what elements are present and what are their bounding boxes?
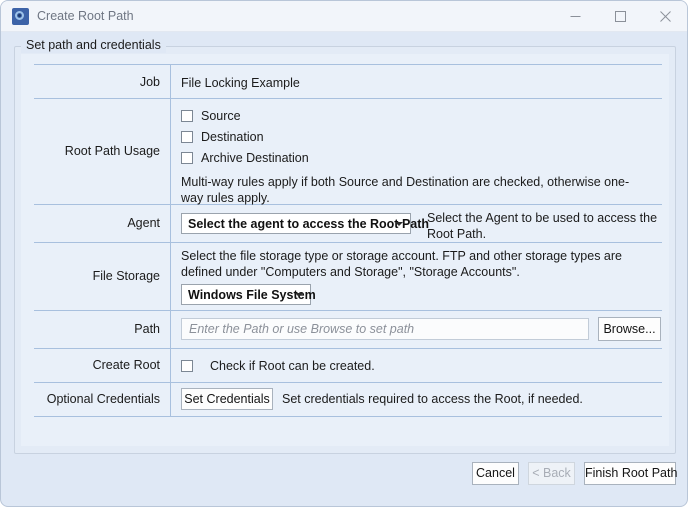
window-title: Create Root Path [37, 9, 134, 23]
table-row-root-path-usage: Root Path Usage Source Destination Archi… [34, 99, 662, 205]
path-label: Path [134, 322, 160, 336]
file-storage-field: Select the file storage type or storage … [170, 243, 662, 310]
agent-select-value: Select the agent to access the Root Path [188, 216, 430, 231]
agent-field: Select the agent to access the Root Path… [170, 205, 662, 242]
file-storage-description: Select the file storage type or storage … [181, 249, 622, 279]
create-root-field: Check if Root can be created. [170, 349, 662, 382]
app-ring-icon [12, 8, 29, 25]
back-button: < Back [528, 462, 575, 485]
file-storage-select[interactable]: Windows File System [181, 284, 316, 305]
path-input[interactable]: Enter the Path or use Browse to set path [181, 318, 589, 340]
job-field: File Locking Example [170, 65, 662, 98]
path-field: Enter the Path or use Browse to set path… [170, 311, 662, 348]
file-storage-select-value: Windows File System [188, 287, 316, 302]
checkbox-source-label: Source [201, 108, 241, 123]
checkbox-create-root-label: Check if Root can be created. [210, 358, 375, 373]
chevron-down-icon [295, 292, 303, 297]
checkbox-archive-destination[interactable]: Archive Destination [181, 147, 309, 168]
checkbox-destination[interactable]: Destination [181, 126, 309, 147]
file-storage-label: File Storage [92, 269, 160, 283]
close-icon[interactable] [643, 1, 687, 32]
checkbox-source-box[interactable] [181, 109, 193, 122]
checkbox-archive-destination-label: Archive Destination [201, 150, 309, 165]
checkbox-create-root-box[interactable] [181, 359, 193, 372]
checkbox-source[interactable]: Source [181, 105, 309, 126]
agent-description: Select the Agent to be used to access th… [427, 211, 658, 241]
table-row-agent: Agent Select the agent to access the Roo… [34, 205, 662, 243]
optional-credentials-field: Set Credentials Set credentials required… [170, 383, 662, 416]
create-root-label: Create Root [92, 358, 160, 372]
groupbox-legend: Set path and credentials [21, 38, 166, 53]
job-value: File Locking Example [181, 76, 300, 90]
agent-select[interactable]: Select the agent to access the Root Path [181, 213, 429, 234]
cancel-button[interactable]: Cancel [472, 462, 519, 485]
browse-button[interactable]: Browse... [598, 317, 661, 341]
maximize-icon[interactable] [598, 1, 643, 32]
finish-root-path-button[interactable]: Finish Root Path [584, 462, 677, 485]
checkbox-destination-label: Destination [201, 129, 264, 144]
optional-credentials-description: Set credentials required to access the R… [282, 392, 583, 406]
checkbox-archive-destination-box[interactable] [181, 151, 193, 164]
chevron-down-icon [395, 221, 403, 226]
table-row-optional-credentials: Optional Credentials Set Credentials Set… [34, 383, 662, 417]
dialog-window: Create Root Path Set path and credential… [0, 0, 688, 507]
checkbox-create-root[interactable]: Check if Root can be created. [181, 355, 375, 376]
form-panel: Job File Locking Example Root Path Usage [21, 54, 669, 446]
table-row-create-root: Create Root Check if Root can be created… [34, 349, 662, 383]
footer-button-bar: Cancel < Back Finish Root Path [1, 462, 687, 492]
job-label: Job [139, 75, 160, 89]
checkbox-destination-box[interactable] [181, 130, 193, 143]
table-row-file-storage: File Storage Select the file storage typ… [34, 243, 662, 311]
app-icon-ring [15, 11, 24, 20]
table-row-path: Path Enter the Path or use Browse to set… [34, 311, 662, 349]
root-path-usage-field: Source Destination Archive Destination M… [170, 99, 662, 205]
agent-label: Agent [127, 216, 160, 230]
title-bar: Create Root Path [1, 1, 687, 32]
table-row-job: Job File Locking Example [34, 64, 662, 99]
minimize-icon[interactable] [553, 1, 598, 32]
root-path-usage-label: Root Path Usage [64, 144, 160, 158]
form-table: Job File Locking Example Root Path Usage [34, 64, 662, 417]
optional-credentials-label: Optional Credentials [46, 392, 160, 406]
set-credentials-button[interactable]: Set Credentials [181, 388, 273, 410]
root-path-usage-note: Multi-way rules apply if both Source and… [181, 175, 630, 205]
